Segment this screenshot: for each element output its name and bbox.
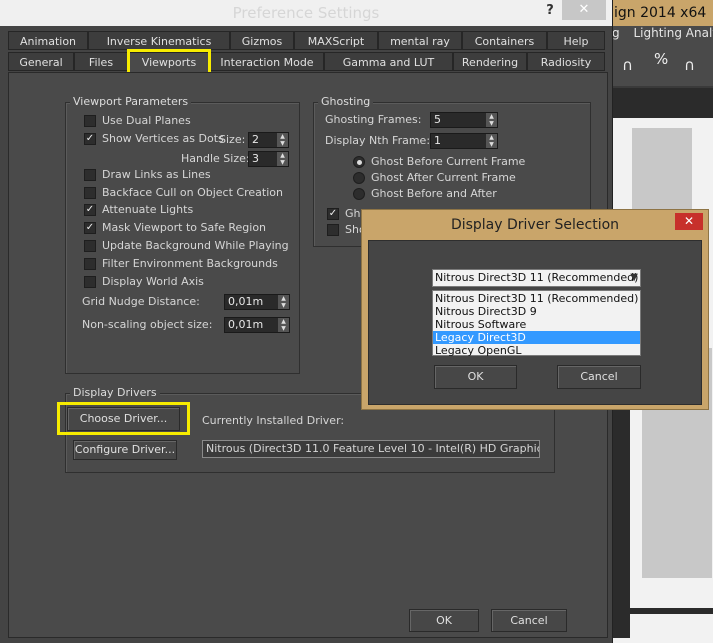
checkmark-icon[interactable]: ✓ bbox=[84, 204, 96, 216]
spinner-arrows-icon[interactable]: ▲ ▼ bbox=[278, 295, 289, 309]
ok-button[interactable]: OK bbox=[409, 609, 479, 632]
driver-option-highlighted[interactable]: Legacy Direct3D bbox=[433, 331, 640, 344]
tab-interaction-mode[interactable]: Interaction Mode bbox=[210, 52, 324, 71]
tab-gizmos[interactable]: Gizmos bbox=[230, 31, 294, 50]
grid-nudge-label: Grid Nudge Distance: bbox=[82, 295, 200, 308]
checkbox-box[interactable] bbox=[84, 276, 96, 288]
app-toolbar-icons: ∩ % ∩ bbox=[612, 48, 713, 80]
checkbox-box[interactable] bbox=[84, 240, 96, 252]
driver-option[interactable]: Nitrous Direct3D 11 (Recommended) bbox=[433, 292, 640, 305]
radio-selected-dot bbox=[357, 160, 362, 165]
dds-body: Nitrous Direct3D 11 (Recommended) ▼ Nitr… bbox=[368, 240, 702, 405]
display-drivers-title: Display Drivers bbox=[70, 387, 160, 399]
handle-size-spinner[interactable]: 3 ▲ ▼ bbox=[248, 151, 289, 167]
installed-driver-label: Currently Installed Driver: bbox=[202, 414, 345, 427]
dds-ok-button[interactable]: OK bbox=[434, 365, 517, 389]
installed-driver-field: Nitrous (Direct3D 11.0 Feature Level 10 … bbox=[202, 440, 540, 458]
close-icon[interactable]: ✕ bbox=[675, 213, 703, 230]
checkmark-icon[interactable]: ✓ bbox=[84, 133, 96, 145]
checkbox-label: Attenuate Lights bbox=[102, 203, 194, 216]
radio-button[interactable] bbox=[353, 188, 365, 200]
spinner-arrows-icon[interactable]: ▲ ▼ bbox=[277, 133, 288, 147]
checkbox-box[interactable] bbox=[84, 115, 96, 127]
tab-mental-ray[interactable]: mental ray bbox=[378, 31, 462, 50]
radio-label: Ghost Before and After bbox=[371, 187, 497, 200]
non-scaling-spinner[interactable]: 0,01m ▲ ▼ bbox=[224, 317, 290, 333]
size-label: Size: bbox=[219, 133, 246, 146]
checkbox-box[interactable] bbox=[327, 224, 339, 236]
driver-option[interactable]: Nitrous Direct3D 9 bbox=[433, 305, 640, 318]
spinner-arrows-icon[interactable]: ▲ ▼ bbox=[277, 152, 288, 166]
radio-label: Ghost Before Current Frame bbox=[371, 155, 526, 168]
app-menu-item-lighting[interactable]: Lighting Analy bbox=[633, 26, 713, 40]
radio-label: Ghost After Current Frame bbox=[371, 171, 516, 184]
tab-general[interactable]: General bbox=[8, 52, 74, 71]
grid-nudge-spinner[interactable]: 0,01m ▲ ▼ bbox=[224, 294, 290, 310]
handle-size-value[interactable]: 3 bbox=[252, 152, 259, 166]
tab-containers[interactable]: Containers bbox=[462, 31, 547, 50]
dds-cancel-button[interactable]: Cancel bbox=[557, 365, 641, 389]
help-icon[interactable]: ? bbox=[540, 0, 560, 22]
chevron-down-icon[interactable]: ▼ bbox=[630, 270, 638, 286]
close-icon[interactable]: ✕ bbox=[562, 0, 606, 20]
ghosting-frames-value[interactable]: 5 bbox=[434, 113, 441, 127]
checkbox-box[interactable] bbox=[84, 169, 96, 181]
driver-option[interactable]: Legacy OpenGL bbox=[433, 344, 640, 357]
checkbox-label: Filter Environment Backgrounds bbox=[102, 257, 278, 270]
display-driver-selection-dialog: Display Driver Selection ✕ Nitrous Direc… bbox=[361, 209, 709, 410]
tab-maxscript[interactable]: MAXScript bbox=[294, 31, 378, 50]
checkbox-box[interactable] bbox=[84, 258, 96, 270]
size-value[interactable]: 2 bbox=[252, 133, 259, 147]
handle-size-label: Handle Size: bbox=[181, 152, 250, 165]
tab-gamma-and-lut[interactable]: Gamma and LUT bbox=[324, 52, 453, 71]
driver-options-list[interactable]: Nitrous Direct3D 11 (Recommended) Nitrou… bbox=[432, 290, 641, 357]
ghosting-title: Ghosting bbox=[318, 96, 374, 108]
app-title-fragment: ign 2014 x64 bbox=[612, 0, 713, 26]
app-menu: g Lighting Analy bbox=[612, 26, 713, 42]
checkbox-label: Mask Viewport to Safe Region bbox=[102, 221, 267, 234]
checkbox-label: Update Background While Playing bbox=[102, 239, 289, 252]
ghosting-frames-label: Ghosting Frames: bbox=[325, 113, 422, 126]
nth-frame-label: Display Nth Frame: bbox=[325, 134, 431, 147]
checkbox-label: Draw Links as Lines bbox=[102, 168, 211, 181]
spinner-arrows-icon[interactable]: ▲ ▼ bbox=[486, 113, 497, 127]
checkbox-label: Display World Axis bbox=[102, 275, 204, 288]
pref-title: Preference Settings bbox=[232, 4, 380, 22]
spinner-snap-icon[interactable]: ∩ bbox=[684, 56, 695, 74]
checkmark-icon[interactable]: ✓ bbox=[327, 208, 339, 220]
viewport-parameters-title: Viewport Parameters bbox=[70, 96, 192, 108]
tab-inverse-kinematics[interactable]: Inverse Kinematics bbox=[88, 31, 230, 50]
non-scaling-value[interactable]: 0,01m bbox=[228, 318, 263, 332]
highlight-choose-driver bbox=[57, 402, 190, 435]
tab-animation[interactable]: Animation bbox=[8, 31, 88, 50]
driver-select[interactable]: Nitrous Direct3D 11 (Recommended) ▼ bbox=[432, 269, 641, 287]
tab-radiosity[interactable]: Radiosity bbox=[527, 52, 605, 71]
radio-button[interactable] bbox=[353, 156, 365, 168]
checkbox-label: Show Vertices as Dots bbox=[102, 132, 224, 145]
size-spinner[interactable]: 2 ▲ ▼ bbox=[248, 132, 289, 148]
cancel-button[interactable]: Cancel bbox=[491, 609, 567, 632]
checkmark-icon[interactable]: ✓ bbox=[84, 222, 96, 234]
nth-frame-value[interactable]: 1 bbox=[434, 134, 441, 148]
app-menu-item[interactable]: g bbox=[612, 26, 620, 40]
non-scaling-label: Non-scaling object size: bbox=[82, 318, 213, 331]
driver-option[interactable]: Nitrous Software bbox=[433, 318, 640, 331]
dds-title: Display Driver Selection bbox=[450, 217, 620, 233]
checkbox-box[interactable] bbox=[84, 187, 96, 199]
radio-button[interactable] bbox=[353, 172, 365, 184]
checkbox-label: Backface Cull on Object Creation bbox=[102, 186, 283, 199]
ghosting-frames-spinner[interactable]: 5 ▲ ▼ bbox=[430, 112, 498, 128]
driver-select-value[interactable]: Nitrous Direct3D 11 (Recommended) bbox=[435, 271, 638, 284]
tab-help[interactable]: Help bbox=[547, 31, 605, 50]
grid-nudge-value[interactable]: 0,01m bbox=[228, 295, 263, 309]
tab-files[interactable]: Files bbox=[74, 52, 128, 71]
spinner-arrows-icon[interactable]: ▲ ▼ bbox=[486, 134, 497, 148]
nth-frame-spinner[interactable]: 1 ▲ ▼ bbox=[430, 133, 498, 149]
checkbox-label: Use Dual Planes bbox=[102, 114, 191, 127]
spinner-arrows-icon[interactable]: ▲ ▼ bbox=[278, 318, 289, 332]
tab-rendering[interactable]: Rendering bbox=[453, 52, 527, 71]
percent-snap-icon[interactable]: % bbox=[654, 50, 668, 68]
snap-icon[interactable]: ∩ bbox=[622, 56, 633, 74]
configure-driver-button[interactable]: Configure Driver... bbox=[73, 440, 177, 460]
